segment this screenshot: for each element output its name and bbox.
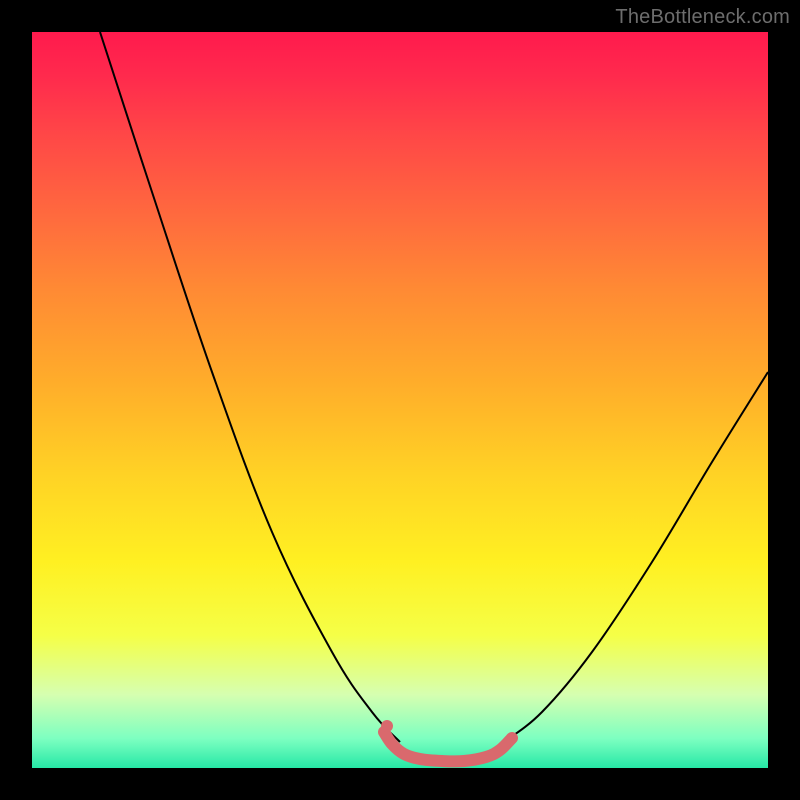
bottom-red-segment bbox=[384, 732, 512, 761]
right-curve bbox=[504, 372, 768, 742]
watermark-label: TheBottleneck.com bbox=[615, 6, 790, 29]
chart-frame: TheBottleneck.com bbox=[0, 0, 800, 800]
left-curve bbox=[100, 32, 400, 742]
plot-area bbox=[32, 32, 768, 768]
left-dot-marker bbox=[381, 720, 393, 732]
curve-layer bbox=[32, 32, 768, 768]
